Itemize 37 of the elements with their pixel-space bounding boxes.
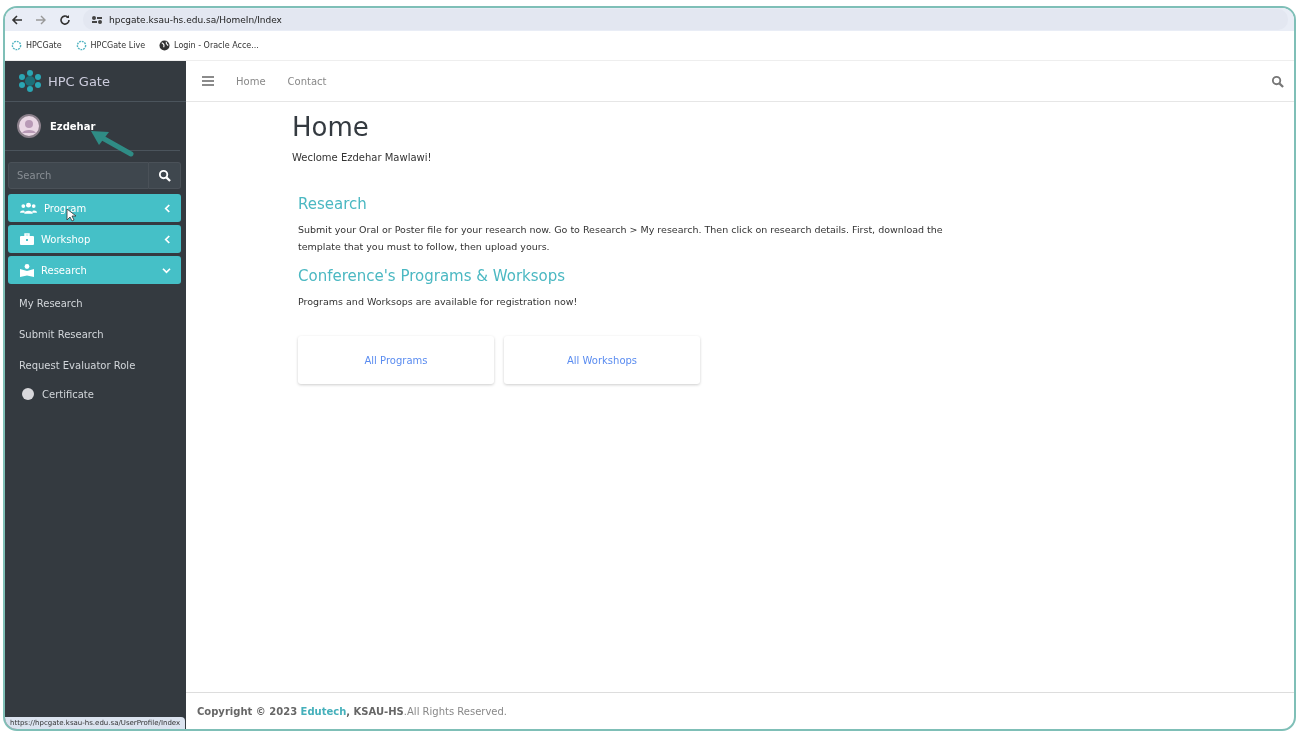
annotation-arrow [89, 128, 135, 158]
bookmark[interactable]: HPCGate Live [75, 40, 146, 51]
site-settings-icon[interactable] [91, 14, 103, 25]
submenu-item[interactable]: My Research [5, 288, 186, 319]
people-icon [20, 202, 37, 214]
reader-icon [20, 263, 34, 277]
welcome-text: Weclome Ezdehar Mawlawi! [292, 152, 433, 163]
brand-name[interactable]: HPC Gate [48, 73, 110, 89]
site-icon [11, 40, 22, 51]
search-icon [158, 169, 171, 182]
briefcase-icon [20, 233, 34, 245]
section-heading: Conference's Programs & Worksops [298, 267, 567, 285]
user-name[interactable]: Ezdehar [50, 120, 96, 132]
section-text: Programs and Worksops are available for registration now! [298, 295, 579, 309]
submenu-item[interactable]: Request Evaluator Role [5, 350, 186, 381]
back-icon[interactable] [11, 13, 23, 26]
avatar-icon[interactable] [17, 114, 41, 138]
page-title: Home [292, 112, 370, 142]
reload-icon[interactable] [59, 13, 71, 26]
nav-link[interactable]: Contact [287, 75, 327, 87]
search-field[interactable]: Search [8, 162, 149, 189]
globe-icon [159, 40, 171, 51]
submenu-item[interactable]: Submit Research [5, 319, 186, 350]
url-text: hpcgate.ksau-hs.edu.sa/HomeIn/Index [109, 14, 282, 25]
section-heading: Research [298, 195, 368, 213]
bookmark[interactable]: Login - Oracle Acce... [159, 40, 259, 51]
section-text: Submit your Oral or Poster file for your research now. Go to Research > My research. Then click on research details. First, download the template that you must to follow, then upload yours. [298, 223, 944, 254]
search-icon[interactable] [1271, 74, 1284, 88]
copyright-text: Copyright © 2023 Edutech, KSAU-HS.All Rights Reserved. [197, 705, 508, 717]
site-icon [75, 40, 87, 51]
logo-icon [18, 69, 42, 93]
search-button[interactable] [149, 162, 181, 189]
bookmark[interactable]: HPCGate [11, 40, 62, 51]
circle-icon [21, 387, 35, 401]
address-field[interactable]: hpcgate.ksau-hs.edu.sa/HomeIn/Index [83, 9, 1288, 30]
menu-icon[interactable] [202, 76, 214, 86]
nav-link[interactable]: Home [236, 75, 266, 87]
